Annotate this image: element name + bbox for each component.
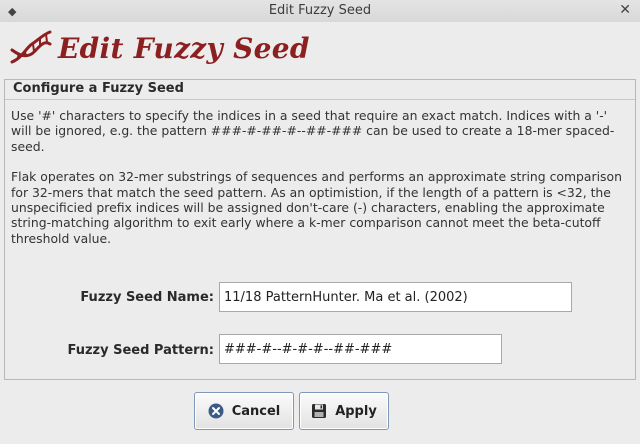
save-icon <box>312 404 327 418</box>
description-paragraph-1: Use '#' characters to specify the indice… <box>11 108 615 154</box>
seed-name-label: Fuzzy Seed Name: <box>80 290 214 305</box>
window-title: Edit Fuzzy Seed <box>268 3 372 18</box>
dialog-header: Edit Fuzzy Seed <box>0 22 640 78</box>
cancel-label: Cancel <box>231 403 281 419</box>
apply-button[interactable]: Apply <box>299 392 389 430</box>
apply-label: Apply <box>335 403 377 419</box>
panel-divider <box>5 99 635 100</box>
panel-description: Use '#' characters to specify the indice… <box>11 108 627 261</box>
seed-pattern-input[interactable] <box>219 334 502 364</box>
window-titlebar: ◆ Edit Fuzzy Seed ✕ <box>0 0 640 23</box>
dna-icon <box>10 30 52 64</box>
close-icon[interactable]: ✕ <box>619 2 631 18</box>
seed-name-input[interactable] <box>219 282 572 312</box>
seed-pattern-label: Fuzzy Seed Pattern: <box>67 343 214 358</box>
description-paragraph-2: Flak operates on 32-mer substrings of se… <box>11 169 622 246</box>
header-title: Edit Fuzzy Seed <box>58 32 310 65</box>
panel-legend: Configure a Fuzzy Seed <box>11 81 186 96</box>
cancel-icon <box>208 403 224 419</box>
cancel-button[interactable]: Cancel <box>194 392 294 430</box>
